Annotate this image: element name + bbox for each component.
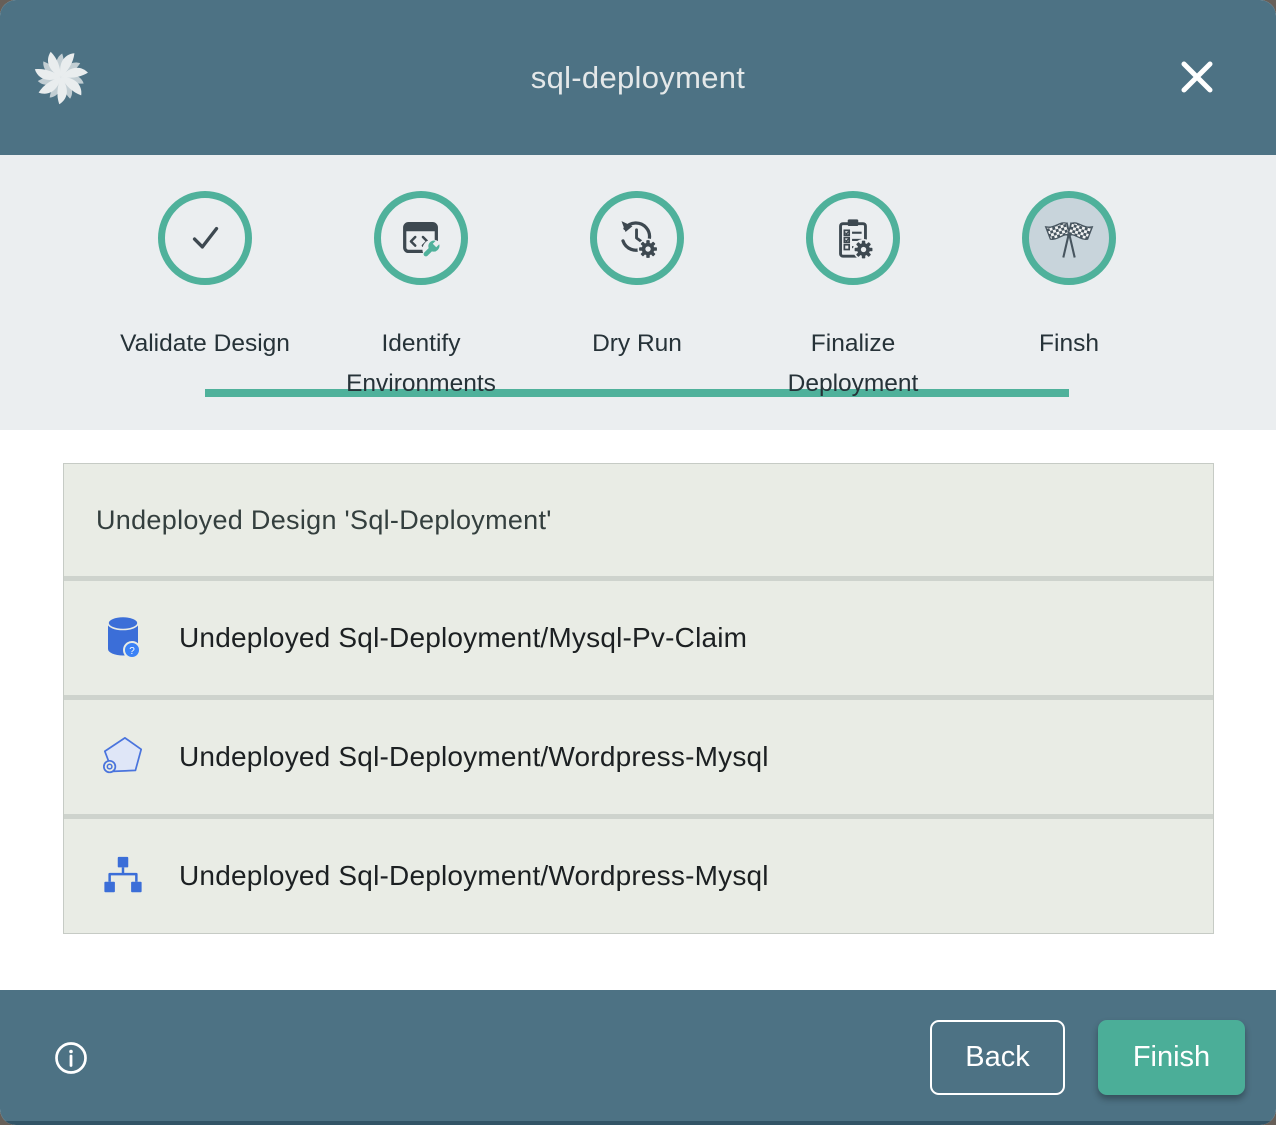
step-label: Validate Design (120, 324, 290, 364)
pentagon-icon (101, 734, 145, 780)
dry-run-icon (590, 191, 684, 285)
result-list: Undeployed Design 'Sql-Deployment' ? Und… (63, 463, 1214, 934)
step-finish[interactable]: Finsh (961, 155, 1177, 430)
step-label: Dry Run (592, 324, 682, 364)
titlebar: sql-deployment (0, 0, 1276, 155)
result-list-header: Undeployed Design 'Sql-Deployment' (64, 464, 1213, 576)
footer-bar: Back Finish (0, 990, 1276, 1125)
meshery-logo-icon (30, 46, 92, 108)
step-finalize-deployment[interactable]: Finalize Deployment (745, 155, 961, 430)
result-row-text: Undeployed Sql-Deployment/Wordpress-Mysq… (179, 860, 769, 892)
result-row-text: Undeployed Sql-Deployment/Mysql-Pv-Claim (179, 622, 747, 654)
dialog-title: sql-deployment (0, 60, 1276, 96)
results-panel: Undeployed Design 'Sql-Deployment' ? Und… (0, 430, 1276, 990)
svg-text:?: ? (129, 646, 135, 657)
close-icon[interactable] (1176, 56, 1218, 98)
finalize-deployment-icon (806, 191, 900, 285)
step-identify-environments[interactable]: Identify Environments (313, 155, 529, 430)
check-icon (158, 191, 252, 285)
wizard-stepper: Validate Design Identify Environments (0, 155, 1276, 430)
finish-flags-icon (1022, 191, 1116, 285)
step-validate-design[interactable]: Validate Design (97, 155, 313, 430)
code-environment-icon (374, 191, 468, 285)
deployment-wizard-dialog: sql-deployment Validate Design (0, 0, 1276, 1125)
step-label: Finsh (1039, 324, 1099, 364)
result-row: ? Undeployed Sql-Deployment/Mysql-Pv-Cla… (64, 576, 1213, 695)
finish-button[interactable]: Finish (1098, 1020, 1245, 1095)
step-label: Identify Environments (334, 324, 509, 404)
step-label: Finalize Deployment (766, 324, 941, 404)
database-icon: ? (101, 615, 145, 661)
hierarchy-icon (101, 853, 145, 899)
back-button[interactable]: Back (930, 1020, 1065, 1095)
result-row: Undeployed Sql-Deployment/Wordpress-Mysq… (64, 695, 1213, 814)
result-row: Undeployed Sql-Deployment/Wordpress-Mysq… (64, 814, 1213, 933)
result-row-text: Undeployed Sql-Deployment/Wordpress-Mysq… (179, 741, 769, 773)
step-dry-run[interactable]: Dry Run (529, 155, 745, 430)
info-icon[interactable] (53, 1040, 89, 1076)
